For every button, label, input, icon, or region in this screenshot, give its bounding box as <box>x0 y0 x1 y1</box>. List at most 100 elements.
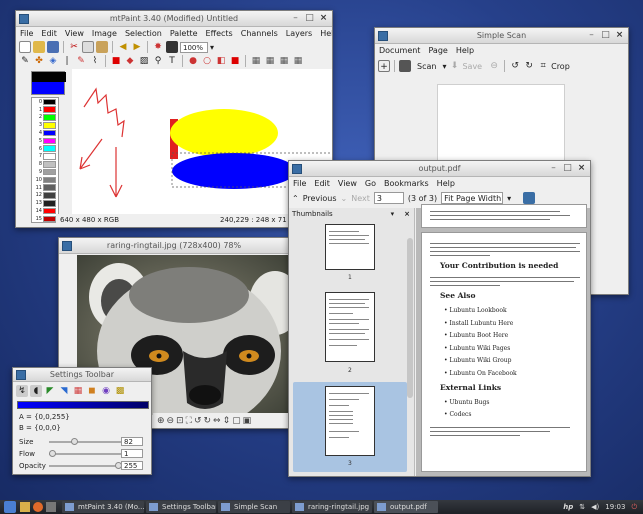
menu-help[interactable]: Help <box>452 44 478 57</box>
menu-edit[interactable]: Edit <box>310 177 334 190</box>
color-a-swatch[interactable] <box>32 72 66 82</box>
shuffle-tool-icon[interactable]: ✤ <box>33 55 45 67</box>
clone-tool-icon[interactable]: ⌇ <box>89 55 101 67</box>
delete-icon[interactable]: ⊖ <box>488 60 500 72</box>
palette-entry[interactable]: 5 <box>32 137 58 145</box>
menu-file[interactable]: File <box>16 27 37 40</box>
flow-slider[interactable] <box>49 450 121 457</box>
external-link-item[interactable]: • Ubuntu Bugs <box>444 397 489 409</box>
size-slider-knob[interactable] <box>71 438 78 445</box>
palette-swatch[interactable] <box>43 106 56 114</box>
palette-entry[interactable]: 2 <box>32 114 58 122</box>
network-icon[interactable]: ⇅ <box>579 503 585 511</box>
cut-icon[interactable]: ✂ <box>68 41 80 53</box>
palette-entry[interactable]: 14 <box>32 207 58 215</box>
fill-ellipse-icon[interactable]: ● <box>187 55 199 67</box>
menu-help[interactable]: Help <box>433 177 459 190</box>
see-also-item[interactable]: • Lubuntu Boot Here <box>444 330 517 343</box>
pan-window-icon[interactable] <box>166 41 178 53</box>
palette-entry[interactable]: 3 <box>32 121 58 129</box>
palette-swatch[interactable] <box>43 192 56 199</box>
palette-swatch[interactable] <box>43 184 56 192</box>
mtpaint-titlebar[interactable]: mtPaint 3.40 (Modified) Untitled – □ × <box>16 11 332 27</box>
see-also-item[interactable]: • Lubuntu On Facebook <box>444 368 517 381</box>
flip-horizontal-icon[interactable]: ⇔ <box>213 416 221 426</box>
zoom-out-icon[interactable]: ⊖ <box>167 416 175 426</box>
color-ab-swatch[interactable] <box>31 71 66 95</box>
zoom-dropdown-icon[interactable]: ▾ <box>210 43 214 52</box>
size-spinbox[interactable]: 82 <box>121 437 143 446</box>
zoom-in-icon[interactable]: ⊕ <box>157 416 165 426</box>
rotate-left-icon[interactable]: ↺ <box>194 416 202 426</box>
menu-help[interactable]: Help <box>316 27 332 40</box>
sidebar-dropdown-icon[interactable]: ▾ <box>391 210 395 220</box>
document-view[interactable]: Your Contribution is needed See Also • L… <box>416 204 590 476</box>
fullscreen-icon[interactable]: ⛶ <box>186 416 192 426</box>
sidebar-toggle-icon[interactable] <box>523 192 536 204</box>
thumbnail-page-2[interactable] <box>325 292 375 362</box>
scan-dropdown-icon[interactable]: ▾ <box>442 62 446 71</box>
mtpaint-window[interactable]: mtPaint 3.40 (Modified) Untitled – □ × F… <box>15 10 333 228</box>
see-also-item[interactable]: • Install Lubuntu Here <box>444 318 517 331</box>
settings-toolbar-window[interactable]: Settings Toolbar ↯ ◖ ◤ ◥ ▦ ◼ ◉ ▩ A = {0,… <box>12 367 152 475</box>
pdf-viewer-window[interactable]: output.pdf – □ × File Edit View Go Bookm… <box>288 160 591 477</box>
open-file-icon[interactable] <box>33 41 45 53</box>
cspace-mode-icon[interactable]: ▦ <box>72 385 84 397</box>
gradient-tool-icon[interactable]: ▨ <box>138 55 150 67</box>
palette-swatch[interactable] <box>43 153 56 160</box>
menu-effects[interactable]: Effects <box>202 27 237 40</box>
opacity-mode-icon[interactable]: ◖ <box>30 385 42 397</box>
palette-entry[interactable]: 4 <box>32 129 58 137</box>
close-icon[interactable]: × <box>614 30 625 41</box>
see-also-item[interactable]: • Lubuntu Wiki Group <box>444 355 517 368</box>
image-viewer-titlebar[interactable]: raring-ringtail.jpg (728x400) 78% <box>59 238 289 254</box>
flip-horizontal-icon[interactable]: ▦ <box>250 55 262 67</box>
smudge-tool-icon[interactable]: ✎ <box>75 55 87 67</box>
open-file-icon[interactable]: ▢ <box>232 416 241 426</box>
new-file-icon[interactable] <box>19 41 31 53</box>
fit-mode-select[interactable]: Fit Page Width <box>441 192 504 204</box>
zoom-select[interactable]: 100% <box>180 41 208 53</box>
palette-entry[interactable]: 7 <box>32 153 58 161</box>
menu-document[interactable]: Document <box>375 44 424 57</box>
file-manager-icon[interactable] <box>20 502 30 512</box>
next-arrow-icon[interactable]: ⌄ <box>341 194 348 203</box>
palette-entry[interactable]: 9 <box>32 168 58 176</box>
palette-swatch[interactable] <box>43 145 56 153</box>
palette-swatch[interactable] <box>43 168 56 176</box>
maximize-icon[interactable]: □ <box>600 30 611 41</box>
menu-page[interactable]: Page <box>424 44 451 57</box>
crop-icon[interactable]: ⌗ <box>537 60 549 72</box>
settings-titlebar[interactable]: Settings Toolbar <box>13 368 151 382</box>
palette-swatch[interactable] <box>43 215 56 223</box>
tint-add-icon[interactable]: ◥ <box>58 385 70 397</box>
menu-edit[interactable]: Edit <box>37 27 61 40</box>
polygon-select-icon[interactable]: ◆ <box>124 55 136 67</box>
palette-swatch[interactable] <box>43 176 56 184</box>
scanner-icon[interactable] <box>399 60 411 72</box>
save-file-icon[interactable]: ▣ <box>243 416 252 426</box>
palette-list[interactable]: 0 1 2 3 4 5 6 7 8 9 10 11 12 13 14 15 <box>31 97 59 223</box>
outline-rectangle-icon[interactable]: ■ <box>229 55 241 67</box>
undo-icon[interactable]: ◀ <box>117 41 129 53</box>
select-tool-icon[interactable]: ■ <box>110 55 122 67</box>
menu-bookmarks[interactable]: Bookmarks <box>380 177 433 190</box>
menu-layers[interactable]: Layers <box>282 27 316 40</box>
task-pdf-viewer[interactable]: output.pdf <box>374 501 438 513</box>
maximize-icon[interactable]: □ <box>562 163 573 174</box>
palette-entry[interactable]: 0 <box>32 98 58 106</box>
thumbnail-page-3[interactable] <box>325 386 375 456</box>
thumbnail-page-1[interactable] <box>325 224 375 270</box>
color-wheel-icon[interactable]: ◉ <box>100 385 112 397</box>
fit-mode-dropdown-icon[interactable]: ▾ <box>507 194 511 203</box>
palette-swatch[interactable] <box>43 98 56 106</box>
opacity-spinbox[interactable]: 255 <box>121 461 143 470</box>
paste-icon[interactable] <box>96 41 108 53</box>
thumbnail-sidebar[interactable]: Thumbnails ▾ × 1 2 3 <box>289 208 415 476</box>
previous-arrow-icon[interactable]: ⌃ <box>292 194 299 203</box>
menu-image[interactable]: Image <box>88 27 121 40</box>
flow-slider-knob[interactable] <box>49 450 56 457</box>
close-icon[interactable]: × <box>318 13 329 24</box>
desktop-switch-icon[interactable] <box>46 502 56 512</box>
menu-go[interactable]: Go <box>361 177 380 190</box>
